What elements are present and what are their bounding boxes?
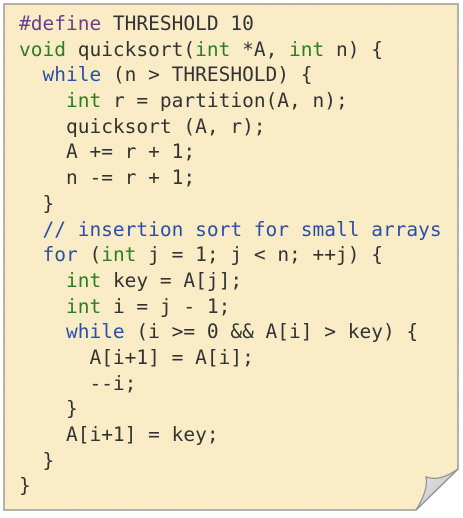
- code-token: A += r + 1;: [65, 140, 196, 164]
- code-token: A[i+1] = key;: [65, 423, 219, 446]
- code-token: key = A[j];: [101, 268, 243, 292]
- code-token: #define: [19, 12, 102, 35]
- code-line: // insertion sort for small arrays: [19, 217, 442, 243]
- code-token: quicksort(: [65, 37, 196, 61]
- code-token: int: [101, 243, 137, 267]
- code-note: #define THRESHOLD 10 void quicksort(int *…: [3, 3, 459, 511]
- code-token: int: [65, 89, 102, 113]
- code-token: int: [65, 294, 102, 318]
- code-token: int: [289, 37, 325, 61]
- code-token: }: [42, 191, 55, 215]
- code-line: }: [19, 448, 442, 474]
- code-line: A[i+1] = key;: [19, 422, 442, 448]
- code-block: #define THRESHOLD 10 void quicksort(int *…: [19, 11, 442, 499]
- code-line: }: [19, 191, 442, 217]
- code-token: void: [19, 37, 66, 61]
- code-line: for (int j = 1; j < n; ++j) {: [19, 242, 442, 268]
- code-token: --i;: [89, 371, 137, 395]
- code-token: (: [77, 243, 102, 267]
- code-token: }: [65, 397, 78, 421]
- code-token: A[i+1] = A[i];: [89, 345, 254, 369]
- code-token: }: [19, 474, 31, 498]
- code-token: for: [42, 243, 78, 267]
- code-line: quicksort (A, r);: [19, 114, 442, 140]
- code-token: while: [65, 320, 125, 344]
- code-token: int: [65, 268, 102, 292]
- code-line: int key = A[j];: [19, 268, 442, 294]
- code-line: n -= r + 1;: [19, 165, 442, 191]
- code-line: int r = partition(A, n);: [19, 88, 442, 114]
- code-line: while (n > THRESHOLD) {: [19, 62, 442, 88]
- code-token: r = partition(A, n);: [101, 89, 348, 113]
- code-line: }: [19, 473, 442, 499]
- code-token: // insertion sort for small arrays: [42, 217, 442, 241]
- code-line: int i = j - 1;: [19, 294, 442, 320]
- code-token: (n > THRESHOLD) {: [101, 63, 313, 87]
- code-line: A[i+1] = A[i];: [19, 345, 442, 371]
- code-line: while (i >= 0 && A[i] > key) {: [19, 319, 442, 345]
- code-line: --i;: [19, 371, 442, 397]
- code-token: THRESHOLD 10: [101, 12, 254, 35]
- code-line: void quicksort(int *A, int n) {: [19, 37, 442, 63]
- code-token: int: [195, 37, 231, 61]
- code-token: n -= r + 1;: [65, 166, 196, 190]
- code-token: i = j - 1;: [101, 294, 231, 318]
- code-token: while: [42, 63, 102, 87]
- code-token: j = 1; j < n; ++j) {: [136, 243, 383, 267]
- code-line: A += r + 1;: [19, 139, 442, 165]
- code-token: *A,: [230, 37, 290, 61]
- code-token: }: [42, 448, 55, 472]
- code-line: #define THRESHOLD 10: [19, 11, 442, 37]
- code-line: }: [19, 396, 442, 422]
- code-token: quicksort (A, r);: [65, 114, 266, 138]
- code-token: n) {: [324, 37, 383, 61]
- code-token: (i >= 0 && A[i] > key) {: [124, 320, 419, 344]
